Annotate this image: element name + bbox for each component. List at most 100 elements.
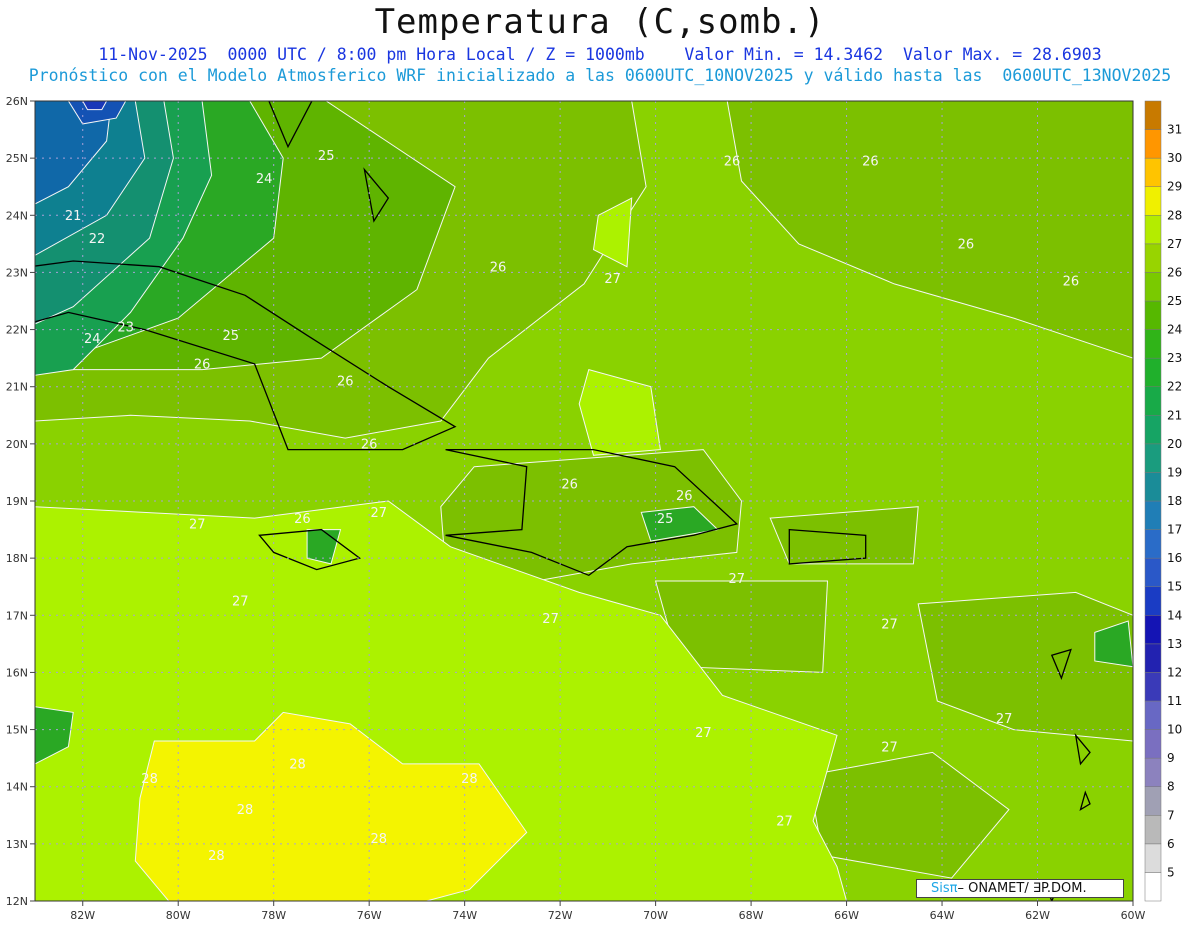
lat-tick-label: 22N [6,324,28,337]
contour-label: 27 [728,572,745,587]
contour-label: 27 [695,726,712,741]
contour-label: 28 [208,849,225,864]
lon-tick-label: 72W [548,909,573,922]
colorbar-swatch [1144,357,1162,387]
contour-label: 28 [370,832,387,847]
contour-label: 28 [141,772,158,787]
lat-tick-label: 16N [6,666,28,679]
colorbar-swatch [1144,215,1162,245]
contour-label: 26 [1063,275,1080,290]
colorbar-label: 20 [1167,437,1182,451]
colorbar-swatch [1144,386,1162,416]
colorbar-swatch [1144,300,1162,330]
colorbar-label: 22 [1167,380,1182,394]
colorbar-swatch [1144,500,1162,530]
contour-label: 21 [65,209,82,224]
lon-tick-label: 80W [166,909,191,922]
colorbar-swatch [1144,700,1162,730]
colorbar-label: 30 [1167,151,1182,165]
colorbar-label: 31 [1167,123,1182,137]
credit-sis: Sisπ [931,881,958,896]
colorbar-swatch [1144,843,1162,873]
colorbar-swatch [1144,529,1162,559]
colorbar-label: 15 [1167,580,1182,594]
contour-label: 26 [724,155,741,170]
lon-tick-label: 66W [834,909,859,922]
colorbar-swatch [1144,415,1162,445]
lon-tick-label: 64W [930,909,955,922]
colorbar-swatch [1144,157,1162,187]
contour-label: 25 [318,149,335,164]
lat-tick-label: 23N [6,266,28,279]
colorbar-swatch [1144,729,1162,759]
colorbar-swatch [1144,129,1162,159]
contour-label: 27 [189,518,206,533]
contour-label: 26 [337,375,354,390]
colorbar-label: 26 [1167,265,1182,279]
colorbar-swatch [1144,272,1162,302]
colorbar-swatch [1144,586,1162,616]
colorbar-swatch [1144,443,1162,473]
colorbar-label: 18 [1167,494,1182,508]
contour-label: 27 [604,272,621,287]
contour-label: 27 [232,595,249,610]
colorbar-label: 19 [1167,465,1182,479]
colorbar-swatch [1144,100,1162,130]
colorbar-label: 7 [1167,808,1175,822]
lat-tick-label: 12N [6,895,28,908]
lon-tick-label: 78W [261,909,286,922]
contour-label: 26 [294,512,311,527]
longitude-axis: 82W 80W 78W 76W 74W 72W 70W 68W 66W 64W 62W 60W [70,901,1146,922]
colorbar-label: 17 [1167,523,1182,537]
contour-label: 26 [490,260,507,275]
colorbar-label: 27 [1167,237,1182,251]
lon-tick-label: 74W [452,909,477,922]
colorbar-label: 28 [1167,208,1182,222]
contour-label: 26 [194,358,211,373]
contour-label: 23 [117,320,134,335]
colorbar-label: 29 [1167,180,1182,194]
colorbar-swatch [1144,329,1162,359]
colorbar-label: 14 [1167,608,1182,622]
lat-tick-label: 25N [6,152,28,165]
contour-label: 27 [881,618,898,633]
contour-label: 27 [542,612,559,627]
colorbar-swatch [1144,643,1162,673]
colorbar-swatch [1144,615,1162,645]
lon-tick-label: 70W [643,909,668,922]
colorbar-label: 13 [1167,637,1182,651]
colorbar-label: 10 [1167,723,1182,737]
colorbar-label: 5 [1167,865,1175,879]
credit-org: – ONAMET/ ∃P.DOM. [957,881,1087,896]
colorbar-label: 16 [1167,551,1182,565]
contour-label: 26 [361,438,378,453]
contour-label: 27 [996,712,1013,727]
contour-label: 28 [289,758,306,773]
contour-label: 26 [561,478,578,493]
colorbar-label: 21 [1167,408,1182,422]
contour-label: 27 [776,815,793,830]
lon-tick-label: 62W [1025,909,1050,922]
colorbar-swatch [1144,243,1162,273]
lat-tick-label: 17N [6,609,28,622]
lat-tick-label: 15N [6,724,28,737]
contour-label: 26 [958,238,975,253]
colorbar: 5 6 7 8 9 10 11 12 13 14 15 16 17 18 19 20 21 22 23 24 25 26 2… [1144,100,1182,902]
contour-label: 25 [657,512,674,527]
colorbar-swatch [1144,186,1162,216]
lon-tick-label: 68W [739,909,764,922]
lat-tick-label: 14N [6,781,28,794]
contour-label: 22 [89,232,106,247]
colorbar-label: 24 [1167,323,1182,337]
lat-tick-label: 20N [6,438,28,451]
colorbar-label: 9 [1167,751,1175,765]
contour-label: 26 [862,155,879,170]
contour-label: 27 [370,506,387,521]
temperature-map: 25242122262726 2626262324 2526262626262527… [6,95,1183,922]
lon-tick-label: 60W [1121,909,1146,922]
colorbar-swatch [1144,786,1162,816]
colorbar-label: 25 [1167,294,1182,308]
colorbar-swatch [1144,557,1162,587]
contour-label: 26 [676,489,693,504]
lon-tick-label: 82W [70,909,95,922]
